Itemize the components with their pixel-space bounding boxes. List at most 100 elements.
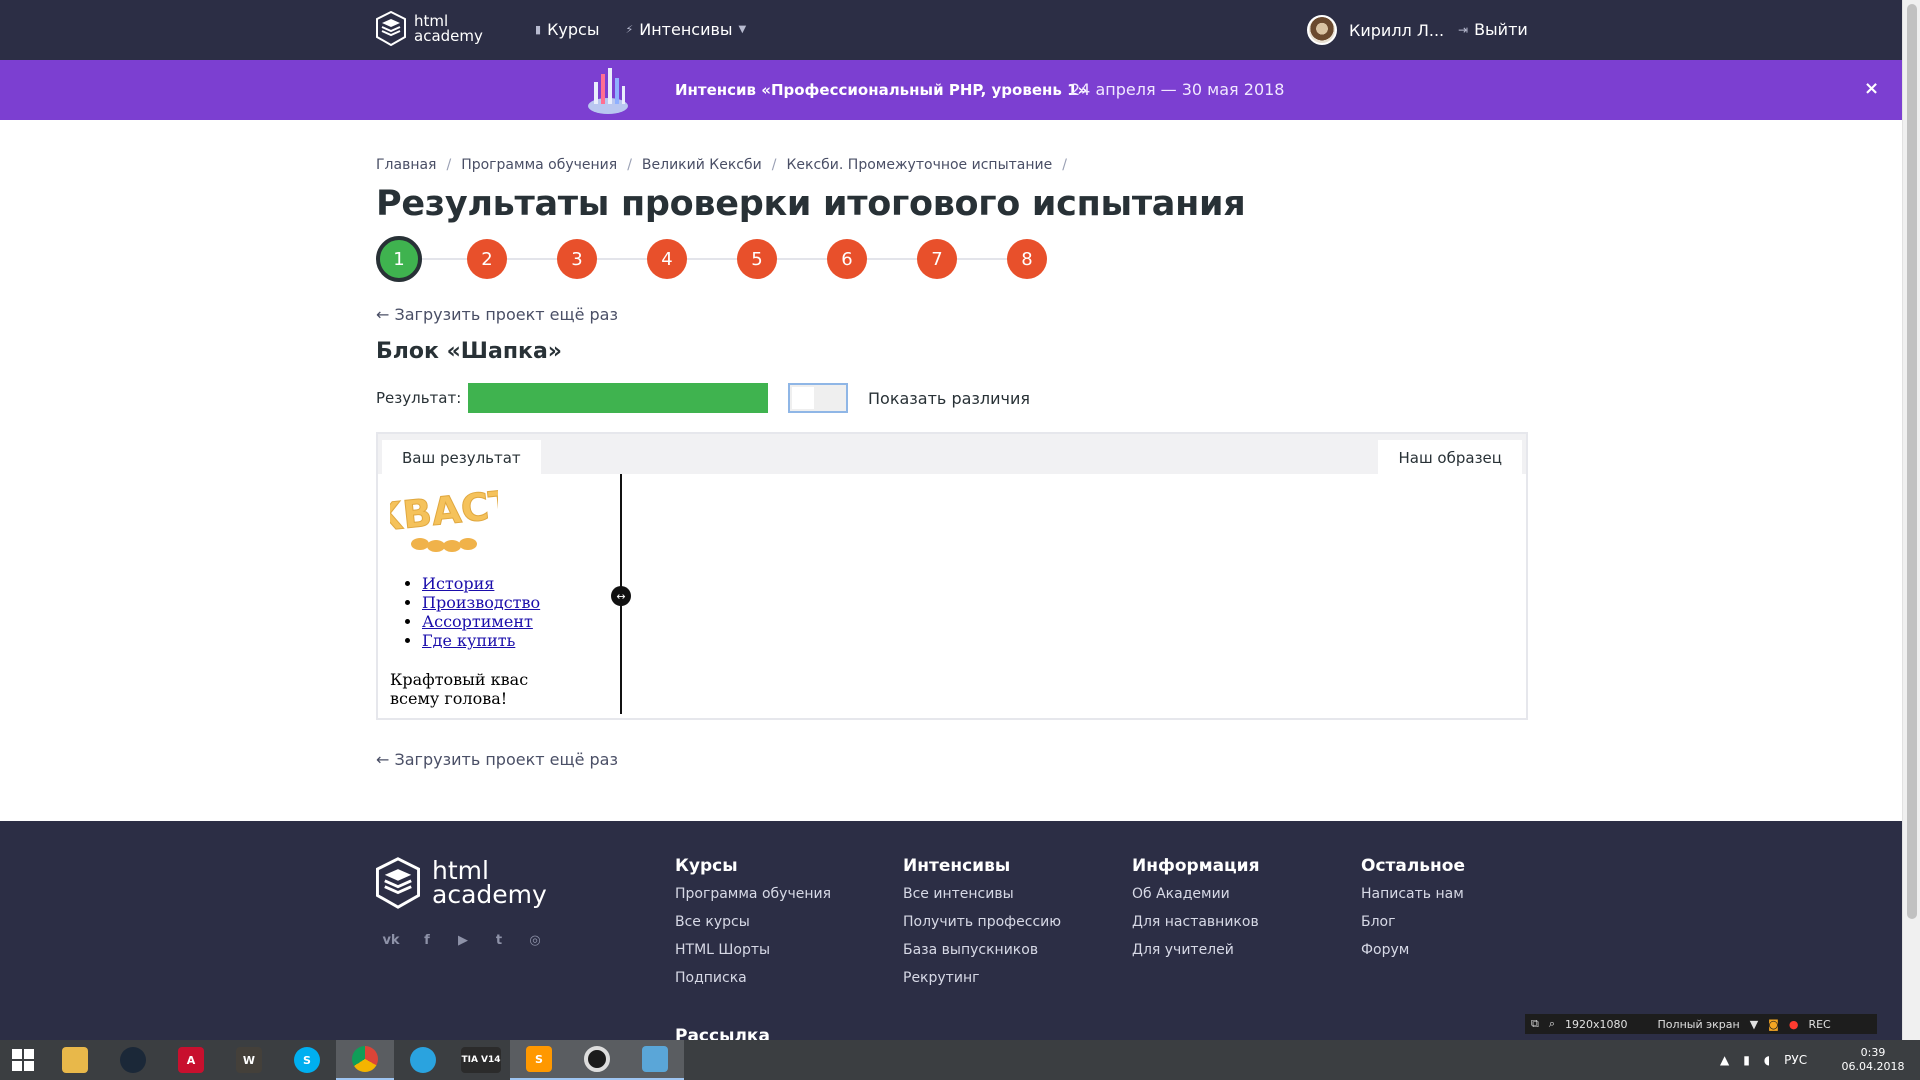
breadcrumb-test[interactable]: Кексби. Промежуточное испытание — [786, 157, 1052, 173]
camera-icon[interactable]: ◙ — [1768, 1018, 1779, 1031]
footer-col-title: Интенсивы — [903, 856, 1011, 876]
chevron-down-icon[interactable]: ▼ — [1750, 1018, 1758, 1031]
step-2[interactable]: 2 — [467, 239, 507, 279]
show-diff-label[interactable]: Показать различия — [868, 389, 1030, 408]
close-icon[interactable]: × — [1864, 78, 1879, 99]
scrollbar-thumb[interactable] — [1907, 4, 1917, 919]
language-indicator[interactable]: РУС — [1784, 1053, 1807, 1067]
logout-label: Выйти — [1474, 20, 1528, 39]
breadcrumb: Главная / Программа обучения / Великий К… — [376, 157, 1067, 173]
taskbar-recorder[interactable] — [568, 1040, 626, 1080]
footer-link[interactable]: Программа обучения — [675, 886, 831, 914]
user-menu[interactable]: Кирилл Л... — [1307, 15, 1444, 45]
twitter-icon[interactable]: t — [488, 929, 510, 951]
chevron-up-icon[interactable]: ▲ — [1720, 1053, 1729, 1067]
step-5[interactable]: 5 — [737, 239, 777, 279]
footer-logo[interactable]: html academy — [376, 856, 547, 910]
footer-link[interactable]: Блог — [1361, 914, 1465, 942]
taskbar-telegram[interactable] — [394, 1040, 452, 1080]
vk-icon[interactable]: vk — [380, 929, 402, 951]
start-button[interactable] — [0, 1040, 46, 1080]
footer-link[interactable]: Об Академии — [1132, 886, 1259, 914]
folder-icon — [62, 1047, 88, 1073]
kvast-logo: КВАСТ — [390, 482, 498, 552]
footer-link[interactable]: Написать нам — [1361, 886, 1465, 914]
result-row: Результат: Показать различия — [376, 383, 1030, 413]
step-7[interactable]: 7 — [917, 239, 957, 279]
taskbar-chrome[interactable] — [336, 1040, 394, 1080]
recorder-resolution: 1920x1080 — [1565, 1017, 1628, 1031]
preview-link-assortment[interactable]: Ассортимент — [422, 612, 533, 631]
taskbar-image-viewer[interactable] — [626, 1040, 684, 1080]
taskbar-steam[interactable] — [104, 1040, 162, 1080]
breadcrumb-program[interactable]: Программа обучения — [461, 157, 617, 173]
taskbar-skype[interactable]: S — [278, 1040, 336, 1080]
promo-banner[interactable]: Интенсив «Профессиональный PHP, уровень … — [0, 60, 1902, 120]
show-diff-toggle[interactable] — [788, 383, 848, 413]
step-8[interactable]: 8 — [1007, 239, 1047, 279]
zoom-icon[interactable]: ⌕ — [1549, 1017, 1555, 1031]
logout-icon: ⇥ — [1458, 22, 1469, 37]
tab-your-result[interactable]: Ваш результат — [382, 440, 541, 474]
facebook-icon[interactable]: f — [416, 929, 438, 951]
system-clock[interactable]: 0:39 06.04.2018 — [1838, 1046, 1908, 1074]
tab-reference[interactable]: Наш образец — [1378, 440, 1522, 474]
clock-date: 06.04.2018 — [1841, 1060, 1905, 1073]
preview-link-where-to-buy[interactable]: Где купить — [422, 631, 515, 650]
footer-link[interactable]: Для наставников — [1132, 914, 1259, 942]
system-tray: ▲ ▮ ◖ РУС — [1720, 1040, 1807, 1080]
breadcrumb-home[interactable]: Главная — [376, 157, 436, 173]
reload-project-link-bottom[interactable]: ← Загрузить проект ещё раз — [376, 750, 618, 769]
comparison-tabs: Ваш результат Наш образец — [378, 434, 1526, 474]
instagram-icon[interactable]: ◎ — [524, 929, 546, 951]
preview-link-production[interactable]: Производство — [422, 593, 540, 612]
footer-link[interactable]: База выпускников — [903, 942, 1061, 970]
preview-nav-item: История — [422, 574, 540, 593]
preview-link-history[interactable]: История — [422, 574, 494, 593]
footer-link[interactable]: Получить профессию — [903, 914, 1061, 942]
youtube-icon[interactable]: ▶ — [452, 929, 474, 951]
sublime-text-icon: S — [526, 1046, 552, 1072]
step-4[interactable]: 4 — [647, 239, 687, 279]
preview-nav-item: Ассортимент — [422, 612, 540, 631]
logout-link[interactable]: ⇥ Выйти — [1458, 20, 1528, 39]
network-icon[interactable]: ▮ — [1743, 1053, 1750, 1067]
footer-link[interactable]: Рекрутинг — [903, 970, 1061, 998]
telegram-icon — [410, 1047, 436, 1073]
page-scrollbar[interactable] — [1902, 0, 1920, 1040]
breadcrumb-keksby[interactable]: Великий Кексби — [642, 157, 762, 173]
taskbar-tia-portal[interactable]: TIA V14 — [452, 1040, 510, 1080]
nav-courses[interactable]: ▮ Курсы — [535, 20, 599, 39]
autocad-icon: A — [178, 1047, 204, 1073]
reload-project-link-top[interactable]: ← Загрузить проект ещё раз — [376, 305, 618, 324]
footer-link[interactable]: Для учителей — [1132, 942, 1259, 970]
step-1[interactable]: 1 — [376, 236, 422, 282]
recorder-rec-label[interactable]: REC — [1808, 1018, 1830, 1031]
window-icon[interactable]: ⧉ — [1531, 1017, 1539, 1031]
windows-icon — [12, 1049, 34, 1071]
footer-col-intensives: Интенсивы Все интенсивы Получить професс… — [903, 856, 1061, 998]
promo-dates: 24 апреля — 30 мая 2018 — [1070, 80, 1285, 99]
footer-link[interactable]: Все курсы — [675, 914, 831, 942]
footer-link[interactable]: Форум — [1361, 942, 1465, 970]
breadcrumb-separator: / — [446, 157, 452, 173]
avatar — [1307, 15, 1337, 45]
recorder-mode[interactable]: Полный экран — [1658, 1018, 1740, 1031]
user-name: Кирилл Л... — [1349, 20, 1445, 40]
taskbar-autocad[interactable]: A — [162, 1040, 220, 1080]
nav-intensives[interactable]: ⚡ Интенсивы ▼ — [625, 20, 746, 39]
taskbar-file-explorer[interactable] — [46, 1040, 104, 1080]
step-6[interactable]: 6 — [827, 239, 867, 279]
footer-link[interactable]: HTML Шорты — [675, 942, 831, 970]
block-title: Блок «Шапка» — [376, 339, 563, 364]
volume-icon[interactable]: ◖ — [1764, 1053, 1770, 1067]
footer-link[interactable]: Все интенсивы — [903, 886, 1061, 914]
site-logo[interactable]: html academy — [376, 11, 483, 46]
footer-col-title: Информация — [1132, 856, 1260, 876]
step-3[interactable]: 3 — [557, 239, 597, 279]
result-preview: КВАСТ История Производство Ассортимент Г… — [382, 474, 1522, 714]
drag-handle-icon[interactable]: ↔ — [611, 586, 631, 606]
footer-link[interactable]: Подписка — [675, 970, 831, 998]
taskbar-world-of-tanks[interactable]: W — [220, 1040, 278, 1080]
taskbar-sublime-text[interactable]: S — [510, 1040, 568, 1080]
